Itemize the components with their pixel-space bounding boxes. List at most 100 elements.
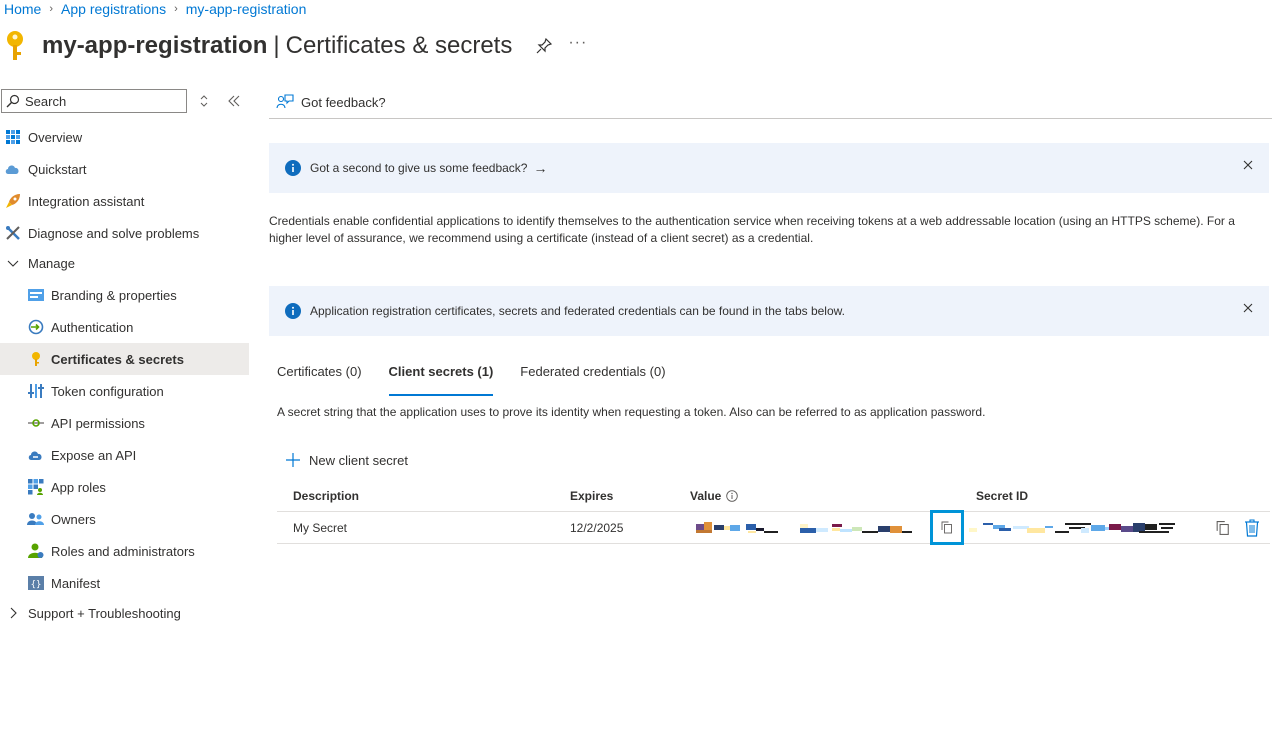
sidebar-item-expose-api[interactable]: Expose an API — [0, 439, 249, 471]
page-title-app-name: my-app-registration — [42, 32, 268, 59]
header-description: Description — [293, 489, 360, 503]
tab-client-secrets[interactable]: Client secrets (1) — [388, 364, 493, 396]
redacted-value-image — [696, 522, 912, 533]
key-icon — [27, 351, 44, 368]
header-secret-id: Secret ID — [976, 489, 1029, 503]
credentials-tabs: Certificates (0) Client secrets (1) Fede… — [277, 364, 693, 396]
copy-icon — [941, 521, 952, 534]
delete-icon[interactable] — [1244, 519, 1260, 537]
secret-description: My Secret — [293, 521, 348, 535]
sidebar-item-label: API permissions — [51, 415, 145, 431]
sidebar-item-label: Integration assistant — [28, 193, 145, 209]
wrench-icon — [4, 225, 21, 242]
arrow-right-icon: → — [533, 160, 548, 176]
cloud-icon — [4, 161, 21, 178]
page-title-section: Certificates & secrets — [285, 32, 513, 59]
close-icon[interactable] — [1243, 303, 1253, 313]
page-title-separator: | — [273, 32, 280, 59]
overview-grid-icon — [4, 129, 21, 146]
svg-text:{}: {} — [30, 580, 41, 590]
sidebar-section-support[interactable]: Support + Troubleshooting — [0, 599, 249, 627]
owners-icon — [27, 511, 44, 528]
chevron-right-icon — [4, 605, 21, 622]
breadcrumb-home[interactable]: Home — [4, 1, 41, 17]
sidebar-item-certificates[interactable]: Certificates & secrets — [0, 343, 249, 375]
sidebar-item-label: Overview — [28, 129, 83, 145]
rocket-icon — [4, 193, 21, 210]
search-icon — [6, 94, 20, 108]
sidebar-item-label: Token configuration — [51, 383, 164, 399]
info-circle-icon[interactable] — [726, 490, 739, 502]
feedback-button[interactable]: Got feedback? — [301, 95, 386, 110]
token-config-icon — [27, 383, 44, 400]
header-expires: Expires — [570, 489, 614, 503]
sidebar-item-label: Manifest — [51, 575, 101, 591]
more-options-icon[interactable]: ··· — [568, 34, 587, 52]
search-input[interactable]: Search — [1, 89, 187, 113]
sidebar-item-label: Diagnose and solve problems — [28, 225, 200, 241]
collapse-sidebar-icon[interactable] — [226, 93, 242, 109]
sidebar-item-label: App roles — [51, 479, 106, 495]
sidebar-item-label: Roles and administrators — [51, 543, 195, 559]
sidebar-item-roles-admins[interactable]: Roles and administrators — [0, 535, 249, 567]
feedback-banner: Got a second to give us some feedback? → — [269, 143, 1269, 193]
page-header: my-app-registration | Certificates & secre… — [4, 26, 587, 66]
sidebar-item-label: Quickstart — [28, 161, 87, 177]
sidebar-item-owners[interactable]: Owners — [0, 503, 249, 535]
secret-id-redacted — [969, 512, 1209, 544]
authentication-icon — [27, 319, 44, 336]
breadcrumb-app-registrations[interactable]: App registrations — [61, 1, 166, 17]
key-icon — [7, 31, 23, 60]
secret-value-redacted — [690, 512, 926, 544]
client-secrets-table: Description Expires Value Secret ID My S… — [277, 480, 1270, 545]
close-icon[interactable] — [1243, 160, 1253, 170]
new-client-secret-button[interactable]: New client secret — [285, 450, 408, 470]
breadcrumb: Home › App registrations › my-app-regist… — [4, 0, 306, 17]
feedback-banner-link[interactable]: Got a second to give us some feedback? — [310, 161, 527, 175]
sidebar: Search Overview Quickstart Integration a… — [0, 86, 249, 646]
plus-icon — [286, 453, 300, 467]
sidebar-item-branding[interactable]: Branding & properties — [0, 279, 249, 311]
info-icon — [285, 160, 301, 176]
tab-certificates[interactable]: Certificates (0) — [277, 364, 362, 388]
header-value: Value — [690, 480, 739, 512]
search-placeholder: Search — [25, 93, 67, 109]
sidebar-item-manifest[interactable]: {} Manifest — [0, 567, 249, 599]
tab-federated-credentials[interactable]: Federated credentials (0) — [520, 364, 665, 388]
copy-secret-id-icon[interactable] — [1216, 520, 1230, 536]
feedback-icon[interactable] — [276, 93, 294, 111]
sidebar-item-label: Owners — [51, 511, 96, 527]
tabs-info-text: Application registration certificates, s… — [310, 304, 845, 318]
breadcrumb-current[interactable]: my-app-registration — [186, 1, 307, 17]
manifest-icon: {} — [27, 575, 44, 592]
pin-icon[interactable] — [536, 38, 553, 54]
new-client-secret-label: New client secret — [309, 452, 408, 468]
app-roles-icon — [27, 479, 44, 496]
table-row[interactable]: My Secret 12/2/2025 — [277, 510, 1270, 545]
sidebar-item-label: Authentication — [51, 319, 134, 335]
sort-icon[interactable] — [197, 93, 211, 109]
sidebar-item-diagnose[interactable]: Diagnose and solve problems — [0, 217, 249, 249]
sidebar-item-label: Expose an API — [51, 447, 137, 463]
sidebar-item-app-roles[interactable]: App roles — [0, 471, 249, 503]
secret-expires: 12/2/2025 — [570, 521, 624, 535]
sidebar-item-quickstart[interactable]: Quickstart — [0, 153, 249, 185]
sidebar-item-overview[interactable]: Overview — [0, 121, 249, 153]
breadcrumb-separator-icon: › — [174, 2, 178, 15]
header-value-label: Value — [690, 489, 722, 503]
expose-api-cloud-icon — [27, 447, 44, 464]
sidebar-section-manage[interactable]: Manage — [0, 249, 249, 277]
sidebar-item-label: Certificates & secrets — [51, 351, 184, 367]
sidebar-section-label: Manage — [28, 255, 75, 271]
info-icon — [285, 303, 301, 319]
branding-icon — [27, 287, 44, 304]
sidebar-item-authentication[interactable]: Authentication — [0, 311, 249, 343]
sidebar-nav: Overview Quickstart Integration assistan… — [0, 121, 249, 627]
tabs-info-banner: Application registration certificates, s… — [269, 286, 1269, 336]
copy-value-button[interactable] — [930, 510, 964, 545]
sidebar-section-label: Support + Troubleshooting — [28, 605, 181, 621]
sidebar-item-token-configuration[interactable]: Token configuration — [0, 375, 249, 407]
redacted-secret-id-image — [969, 523, 1175, 533]
sidebar-item-integration-assistant[interactable]: Integration assistant — [0, 185, 249, 217]
sidebar-item-api-permissions[interactable]: API permissions — [0, 407, 249, 439]
